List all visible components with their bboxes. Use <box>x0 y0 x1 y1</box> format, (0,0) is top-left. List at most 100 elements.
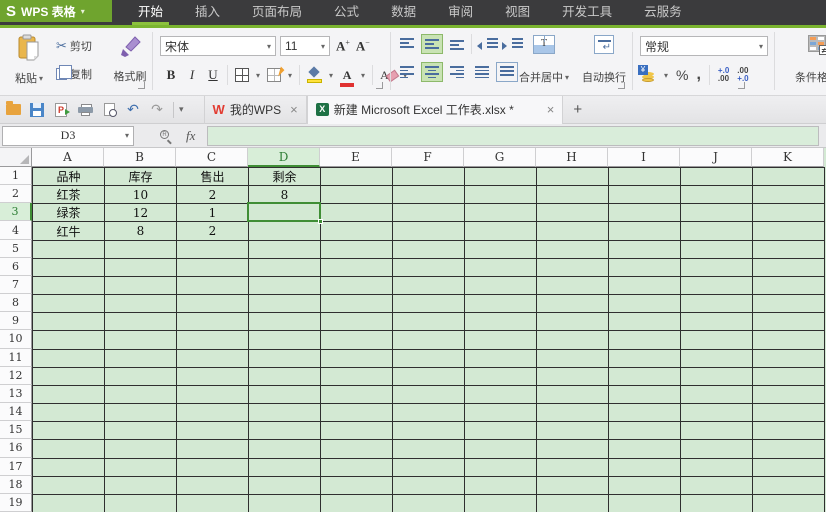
cell-B7[interactable] <box>105 276 177 296</box>
cell-B17[interactable] <box>105 458 177 477</box>
cell-A16[interactable] <box>33 440 105 459</box>
align-top-button[interactable] <box>396 34 418 54</box>
cell-G3[interactable] <box>465 204 537 223</box>
cell-H1[interactable] <box>537 168 609 187</box>
new-tab-button[interactable]: + <box>563 101 592 118</box>
cell-K14[interactable] <box>753 404 825 423</box>
row-header-12[interactable]: 12 <box>0 366 32 385</box>
open-button[interactable] <box>2 100 24 120</box>
cell-D6[interactable] <box>249 258 321 277</box>
font-color-icon[interactable]: A <box>340 68 355 87</box>
cell-H6[interactable] <box>537 258 609 277</box>
cell-J8[interactable] <box>681 295 753 314</box>
align-center-button[interactable] <box>421 62 443 82</box>
cell-J11[interactable] <box>681 349 753 368</box>
cell-G18[interactable] <box>465 476 537 495</box>
cell-A15[interactable] <box>33 422 105 441</box>
wps-logo[interactable]: S WPS 表格 ▾ <box>0 0 112 22</box>
column-header-H[interactable]: H <box>536 148 608 167</box>
row-header-8[interactable]: 8 <box>0 294 32 313</box>
column-header-C[interactable]: C <box>176 148 248 167</box>
cut-button[interactable]: ✂ 剪切 <box>56 35 92 57</box>
cell-J12[interactable] <box>681 367 753 386</box>
row-header-3[interactable]: 3 <box>0 203 32 222</box>
cell-I12[interactable] <box>609 367 681 386</box>
cell-I7[interactable] <box>609 276 681 296</box>
cell-F2[interactable] <box>393 186 465 205</box>
cell-C7[interactable] <box>177 276 249 296</box>
menu-tab-开发工具[interactable]: 开发工具 <box>546 0 628 25</box>
cell-B5[interactable] <box>105 240 177 259</box>
cell-F15[interactable] <box>393 422 465 441</box>
cell-E7[interactable] <box>321 276 393 296</box>
column-header-E[interactable]: E <box>320 148 392 167</box>
cell-H18[interactable] <box>537 476 609 495</box>
cell-A18[interactable] <box>33 476 105 495</box>
cell-K3[interactable] <box>753 204 825 223</box>
paste-button[interactable]: 粘贴 ▾ <box>6 32 52 90</box>
merge-center-button[interactable]: T 合并居中 ▾ <box>516 32 572 90</box>
cell-C2[interactable]: 2 <box>177 186 249 205</box>
cell-K4[interactable] <box>753 222 825 241</box>
cell-C9[interactable] <box>177 313 249 332</box>
cell-E19[interactable] <box>321 494 393 512</box>
cell-J13[interactable] <box>681 385 753 405</box>
column-header-A[interactable]: A <box>32 148 104 167</box>
font-dialog-launcher[interactable] <box>376 82 383 89</box>
underline-button[interactable]: U <box>206 67 220 83</box>
cell-H2[interactable] <box>537 186 609 205</box>
column-header-F[interactable]: F <box>392 148 464 167</box>
cell-B12[interactable] <box>105 367 177 386</box>
cell-J1[interactable] <box>681 168 753 187</box>
cell-B3[interactable]: 12 <box>105 204 177 223</box>
cell-E6[interactable] <box>321 258 393 277</box>
row-header-5[interactable]: 5 <box>0 239 32 258</box>
decrease-decimal-button[interactable]: .00 +.0 <box>737 67 748 83</box>
cell-I15[interactable] <box>609 422 681 441</box>
cell-D2[interactable]: 8 <box>249 186 321 205</box>
cell-G12[interactable] <box>465 367 537 386</box>
cell-E1[interactable] <box>321 168 393 187</box>
column-header-J[interactable]: J <box>680 148 752 167</box>
fill-color-caret-icon[interactable]: ▾ <box>329 71 333 80</box>
cell-K5[interactable] <box>753 240 825 259</box>
cell-G7[interactable] <box>465 276 537 296</box>
cell-E12[interactable] <box>321 367 393 386</box>
row-header-19[interactable]: 19 <box>0 493 32 512</box>
comma-style-button[interactable]: , <box>696 66 700 84</box>
cell-K7[interactable] <box>753 276 825 296</box>
cell-E15[interactable] <box>321 422 393 441</box>
fill-color-icon[interactable] <box>307 65 323 83</box>
cell-C17[interactable] <box>177 458 249 477</box>
menu-tab-审阅[interactable]: 审阅 <box>432 0 489 25</box>
cell-F12[interactable] <box>393 367 465 386</box>
cell-K19[interactable] <box>753 494 825 512</box>
cell-F11[interactable] <box>393 349 465 368</box>
insert-function-button[interactable]: fx <box>186 128 195 144</box>
cell-D18[interactable] <box>249 476 321 495</box>
cell-E16[interactable] <box>321 440 393 459</box>
cell-D14[interactable] <box>249 404 321 423</box>
cell-D1[interactable]: 剩余 <box>249 168 321 187</box>
function-search-icon[interactable]: R <box>160 129 172 142</box>
cell-I5[interactable] <box>609 240 681 259</box>
cell-J14[interactable] <box>681 404 753 423</box>
cell-G6[interactable] <box>465 258 537 277</box>
cell-I4[interactable] <box>609 222 681 241</box>
row-header-1[interactable]: 1 <box>0 167 32 186</box>
cell-I10[interactable] <box>609 331 681 350</box>
cell-G5[interactable] <box>465 240 537 259</box>
align-left-button[interactable] <box>396 62 418 82</box>
column-header-G[interactable]: G <box>464 148 536 167</box>
name-box[interactable]: D3 ▾ <box>2 125 134 146</box>
cell-J9[interactable] <box>681 313 753 332</box>
row-header-13[interactable]: 13 <box>0 384 32 404</box>
cell-D15[interactable] <box>249 422 321 441</box>
close-tab-icon[interactable]: × <box>547 102 555 117</box>
cell-C4[interactable]: 2 <box>177 222 249 241</box>
cell-K13[interactable] <box>753 385 825 405</box>
close-tab-icon[interactable]: × <box>290 102 298 117</box>
copy-button[interactable]: 复制 <box>56 63 92 85</box>
cell-F10[interactable] <box>393 331 465 350</box>
cell-I2[interactable] <box>609 186 681 205</box>
